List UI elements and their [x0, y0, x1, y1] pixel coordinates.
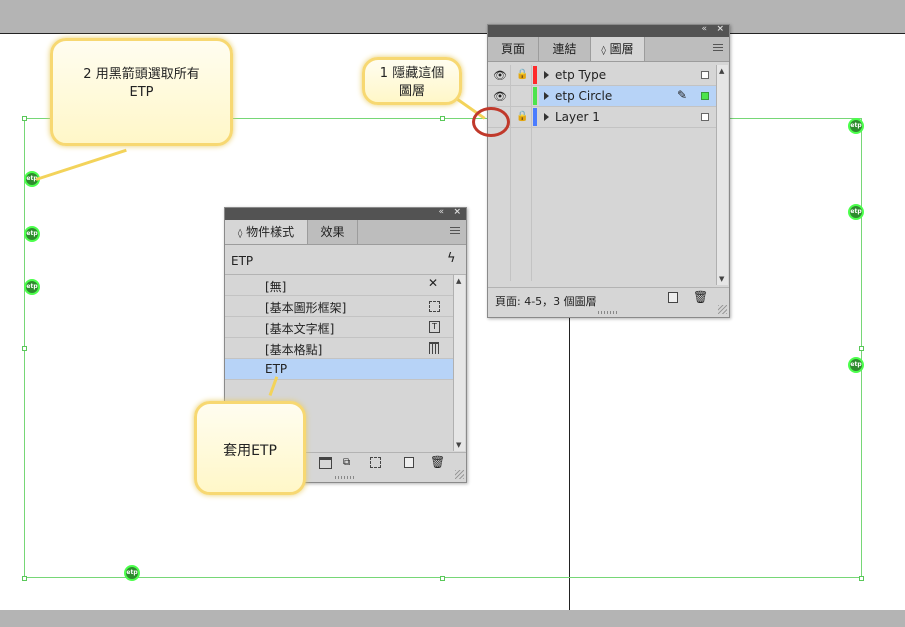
- current-style-bar: ETP ϟ: [225, 248, 466, 275]
- callout-select-all: 2 用黑箭頭選取所有 ETP: [50, 38, 233, 146]
- layer-select-box[interactable]: [701, 92, 709, 100]
- scroll-up-icon[interactable]: ▲: [456, 277, 461, 285]
- panel-menu-icon[interactable]: [450, 227, 460, 236]
- layer-name: Layer 1: [555, 110, 600, 124]
- tab-object-styles-label: 物件樣式: [246, 225, 295, 239]
- tab-toggle-icon: ◊: [237, 229, 243, 239]
- new-layer-icon[interactable]: [668, 292, 678, 303]
- style-item-none[interactable]: [無] ✕: [225, 275, 453, 296]
- style-label: [基本圖形框架]: [265, 301, 347, 315]
- layer-select-box[interactable]: [701, 113, 709, 121]
- tab-toggle-icon: ◊: [601, 46, 606, 56]
- layers-scrollbar[interactable]: ▲ ▼: [716, 65, 728, 285]
- clear-attributes-icon[interactable]: [370, 457, 381, 468]
- top-pasteboard: [0, 0, 905, 34]
- selection-handle[interactable]: [440, 116, 445, 121]
- layer-row-layer-1[interactable]: 🔒 Layer 1: [488, 107, 716, 128]
- text-frame-icon: T: [429, 321, 440, 333]
- layers-footer: 頁面: 4-5，3 個圖層 🗑: [488, 287, 729, 316]
- styles-panel-tabs: ◊ 物件樣式 效果: [225, 220, 466, 245]
- style-label: [基本文字框]: [265, 322, 335, 336]
- tab-effects[interactable]: 效果: [308, 220, 358, 244]
- collapse-icon[interactable]: «: [438, 207, 444, 217]
- close-icon[interactable]: ×: [453, 207, 461, 217]
- close-icon[interactable]: ×: [716, 24, 724, 34]
- style-label: [無]: [265, 280, 287, 294]
- layers-panel: « × 頁面 連結 ◊ 圖層 👁 🔒 etp Type 👁 etp Circle…: [487, 24, 730, 318]
- layer-row-etp-type[interactable]: 👁 🔒 etp Type: [488, 65, 716, 86]
- layers-panel-tabs: 頁面 連結 ◊ 圖層: [488, 37, 729, 62]
- selection-handle[interactable]: [440, 576, 445, 581]
- layers-status: 頁面: 4-5，3 個圖層: [495, 295, 597, 308]
- panel-resize-grip[interactable]: [598, 311, 618, 314]
- etp-marker[interactable]: etp: [24, 226, 40, 242]
- tab-layers-label: 圖層: [609, 42, 634, 56]
- no-style-icon: ✕: [428, 276, 439, 290]
- layer-select-box[interactable]: [701, 71, 709, 79]
- eye-icon[interactable]: 👁: [493, 69, 507, 82]
- selection-handle[interactable]: [22, 576, 27, 581]
- tab-links[interactable]: 連結: [539, 37, 591, 61]
- layer-name: etp Type: [555, 68, 607, 82]
- panel-menu-icon[interactable]: [713, 44, 723, 53]
- callout-hide-layer: 1 隱藏這個 圖層: [362, 57, 462, 105]
- selection-handle[interactable]: [859, 576, 864, 581]
- current-style-name: ETP: [231, 254, 254, 268]
- layer-color-swatch: [533, 66, 537, 84]
- highlight-circle: [472, 107, 510, 137]
- eye-icon[interactable]: 👁: [493, 90, 507, 103]
- resize-corner-icon[interactable]: [718, 305, 727, 314]
- expand-arrow-icon[interactable]: [544, 113, 549, 121]
- scroll-down-icon[interactable]: ▼: [456, 441, 461, 449]
- lock-icon[interactable]: 🔒: [516, 69, 528, 80]
- style-label: ETP: [265, 362, 288, 376]
- layer-color-swatch: [533, 108, 537, 126]
- folder-icon[interactable]: [319, 457, 332, 469]
- tab-layers[interactable]: ◊ 圖層: [591, 37, 645, 61]
- selection-handle[interactable]: [859, 346, 864, 351]
- panel-resize-grip[interactable]: [335, 476, 355, 479]
- etp-marker[interactable]: etp: [848, 204, 864, 220]
- grid-icon: [429, 342, 439, 354]
- collapse-icon[interactable]: «: [701, 24, 707, 34]
- style-item-etp[interactable]: ETP: [225, 359, 453, 380]
- resize-corner-icon[interactable]: [455, 470, 464, 479]
- bottom-pasteboard: [0, 610, 905, 627]
- tab-object-styles[interactable]: ◊ 物件樣式: [225, 220, 308, 244]
- etp-marker[interactable]: etp: [848, 118, 864, 134]
- lock-icon[interactable]: 🔒: [516, 111, 528, 122]
- style-item-graphic-frame[interactable]: [基本圖形框架]: [225, 296, 453, 317]
- selection-handle[interactable]: [22, 116, 27, 121]
- scroll-down-icon[interactable]: ▼: [719, 275, 724, 283]
- expand-arrow-icon[interactable]: [544, 71, 549, 79]
- layer-name: etp Circle: [555, 89, 613, 103]
- etp-marker[interactable]: etp: [848, 357, 864, 373]
- expand-arrow-icon[interactable]: [544, 92, 549, 100]
- callout-apply-etp: 套用ETP: [194, 401, 306, 495]
- layer-color-swatch: [533, 87, 537, 105]
- layer-row-etp-circle[interactable]: 👁 etp Circle ✎: [488, 86, 716, 107]
- style-item-grid[interactable]: [基本格點]: [225, 338, 453, 359]
- scroll-up-icon[interactable]: ▲: [719, 67, 724, 75]
- selection-handle[interactable]: [22, 346, 27, 351]
- style-label: [基本格點]: [265, 343, 323, 357]
- trash-icon[interactable]: 🗑: [430, 455, 445, 469]
- new-style-icon[interactable]: [404, 457, 414, 468]
- trash-icon[interactable]: 🗑: [693, 290, 708, 304]
- panel-titlebar[interactable]: « ×: [488, 24, 729, 37]
- pen-icon: ✎: [677, 88, 688, 102]
- etp-marker[interactable]: etp: [124, 565, 140, 581]
- layer-list: 👁 🔒 etp Type 👁 etp Circle ✎ 🔒 Layer 1: [488, 65, 716, 281]
- tab-pages[interactable]: 頁面: [488, 37, 539, 61]
- etp-marker[interactable]: etp: [24, 279, 40, 295]
- graphic-frame-icon: [429, 301, 440, 312]
- lightning-icon[interactable]: ϟ: [447, 251, 456, 266]
- clear-overrides-icon[interactable]: ⧉: [343, 457, 350, 468]
- panel-titlebar[interactable]: « ×: [225, 207, 466, 220]
- styles-scrollbar[interactable]: ▲ ▼: [453, 275, 465, 451]
- style-item-text-frame[interactable]: [基本文字框] T: [225, 317, 453, 338]
